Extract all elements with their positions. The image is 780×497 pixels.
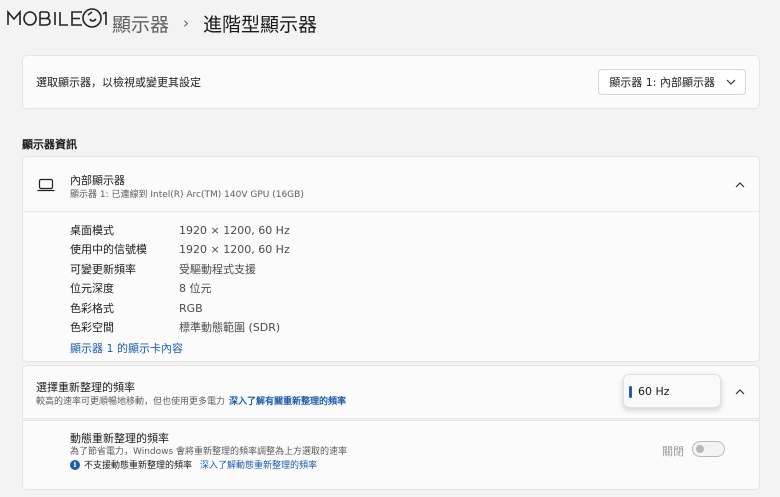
info-row-value: 1920 × 1200, 60 Hz <box>179 224 290 237</box>
dynamic-refresh-learn-more-link[interactable]: 深入了解動態重新整理的頻率 <box>200 458 317 471</box>
chevron-up-icon[interactable] <box>735 388 745 396</box>
info-row-key: 可變更新頻率 <box>70 263 136 276</box>
refresh-rate-title: 選擇重新整理的頻率 <box>36 381 135 394</box>
info-row: 可變更新頻率 受驅動程式支援 <box>70 261 256 277</box>
display-subtitle: 顯示器 1: 已連線到 Intel(R) Arc(TM) 140V GPU (1… <box>70 190 304 200</box>
info-row: 使用中的信號模 1920 × 1200, 60 Hz <box>70 241 290 257</box>
toggle-knob <box>696 445 704 453</box>
dynamic-refresh-toggle[interactable] <box>692 441 725 457</box>
refresh-rate-description: 較高的速率可更順暢地移動，但也使用更多電力 深入了解有關重新整理的頻率 <box>36 394 346 407</box>
dynamic-refresh-description: 為了節省電力，Windows 會將重新整理的頻率調整為上方選取的速率 <box>70 447 348 457</box>
info-row-key: 使用中的信號模 <box>70 243 147 256</box>
chevron-up-icon[interactable] <box>735 181 745 189</box>
adapter-properties-link[interactable]: 顯示器 1 的顯示卡內容 <box>70 340 183 356</box>
info-row-key: 位元深度 <box>70 282 114 295</box>
info-row-value: 受驅動程式支援 <box>179 263 256 276</box>
display-dropdown[interactable]: 顯示器 1: 內部顯示器 <box>598 69 746 95</box>
info-row-value: 標準動態範圍 (SDR) <box>179 321 281 334</box>
select-display-card: 選取顯示器，以檢視或變更其設定 顯示器 1: 內部顯示器 <box>22 55 760 109</box>
breadcrumb-display[interactable]: 顯示器 <box>112 10 169 37</box>
dynamic-refresh-card: 動態重新整理的頻率 為了節省電力，Windows 會將重新整理的頻率調整為上方選… <box>22 420 760 490</box>
info-row: 位元深度 8 位元 <box>70 280 212 296</box>
info-row: 色彩格式 RGB <box>70 300 203 316</box>
breadcrumb-separator: › <box>183 14 190 32</box>
info-row: 桌面模式 1920 × 1200, 60 Hz <box>70 222 290 238</box>
dynamic-refresh-warning-text: 不支援動態重新整理的頻率 <box>84 461 193 471</box>
info-row-value: 8 位元 <box>179 282 212 295</box>
display-info-header[interactable]: 內部顯示器 顯示器 1: 已連線到 Intel(R) Arc(TM) 140V … <box>23 157 759 212</box>
refresh-rate-option[interactable]: 60 Hz <box>623 374 721 408</box>
info-row-key: 色彩空間 <box>70 321 114 334</box>
chevron-down-icon <box>726 79 736 85</box>
display-info-card: 內部顯示器 顯示器 1: 已連線到 Intel(R) Arc(TM) 140V … <box>22 156 760 362</box>
breadcrumb: 系統 › 顯示器 › 進階型顯示器 <box>20 8 317 38</box>
refresh-rate-card: 選擇重新整理的頻率 較高的速率可更順暢地移動，但也使用更多電力 深入了解有關重新整… <box>22 365 760 419</box>
dynamic-refresh-warning: i 不支援動態重新整理的頻率 深入了解動態重新整理的頻率 <box>70 458 317 471</box>
info-row-value: RGB <box>179 302 203 315</box>
info-row-key: 色彩格式 <box>70 302 114 315</box>
display-name: 內部顯示器 <box>70 174 125 187</box>
laptop-icon <box>37 178 55 192</box>
selection-indicator <box>629 386 632 398</box>
refresh-rate-value: 60 Hz <box>638 385 670 398</box>
info-icon: i <box>70 459 80 470</box>
refresh-rate-learn-more-link[interactable]: 深入了解有關重新整理的頻率 <box>229 397 346 407</box>
info-row: 色彩空間 標準動態範圍 (SDR) <box>70 319 280 335</box>
refresh-rate-description-text: 較高的速率可更順暢地移動，但也使用更多電力 <box>36 397 226 407</box>
toggle-state-label: 關閉 <box>662 445 684 458</box>
display-dropdown-value: 顯示器 1: 內部顯示器 <box>609 76 715 89</box>
select-display-label: 選取顯示器，以檢視或變更其設定 <box>36 76 201 89</box>
section-title-display-info: 顯示器資訊 <box>22 138 77 151</box>
info-row-key: 桌面模式 <box>70 224 114 237</box>
info-row-value: 1920 × 1200, 60 Hz <box>179 243 290 256</box>
page-title: 進階型顯示器 <box>203 13 318 36</box>
